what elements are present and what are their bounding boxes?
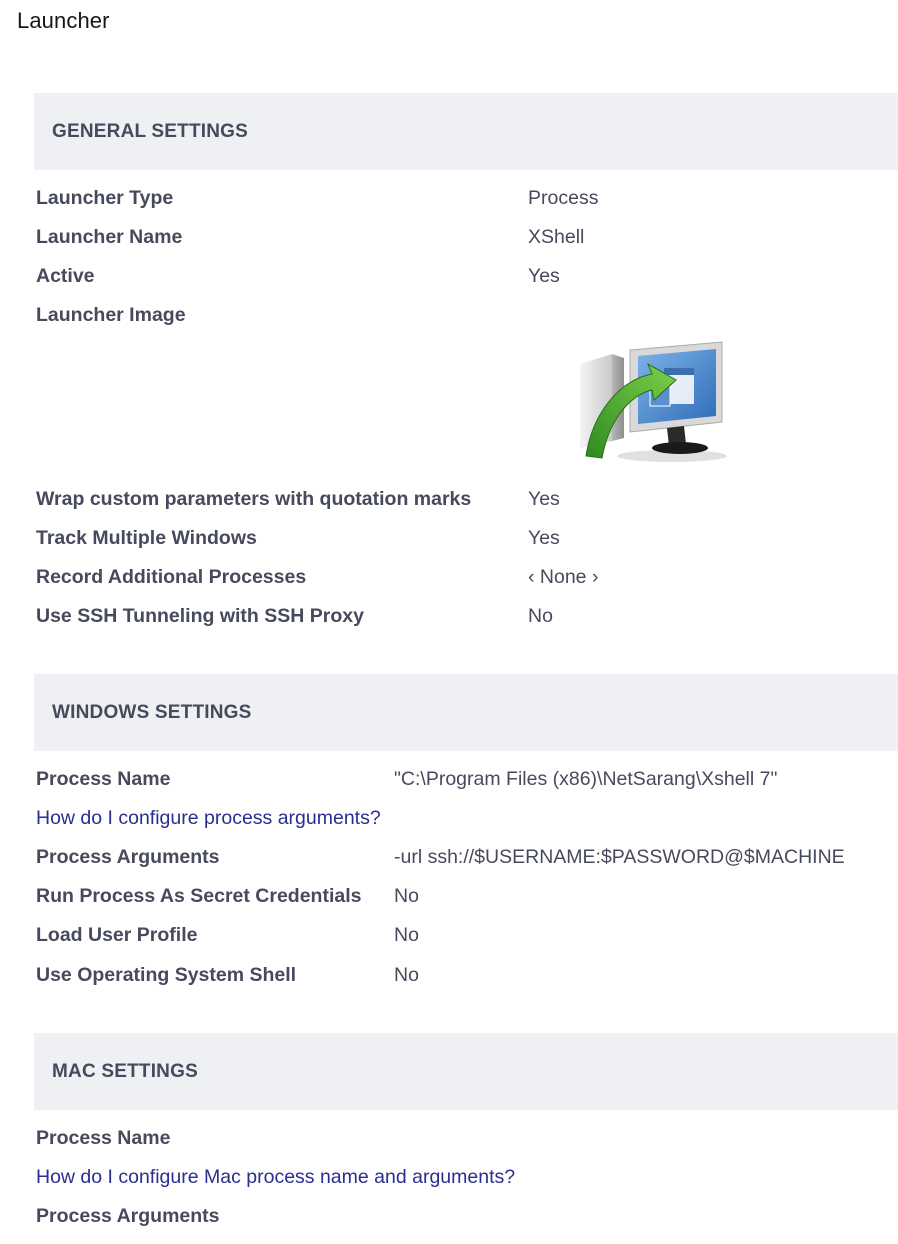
process-arguments-help-link[interactable]: How do I configure process arguments? — [36, 806, 381, 830]
ssh-tunneling-label: Use SSH Tunneling with SSH Proxy — [36, 605, 364, 627]
launcher-name-value: XShell — [528, 226, 585, 248]
windows-settings-header: WINDOWS SETTINGS — [34, 674, 898, 751]
windows-process-name-value: "C:\Program Files (x86)\NetSarang\Xshell… — [394, 768, 778, 790]
wrap-parameters-label: Wrap custom parameters with quotation ma… — [36, 488, 472, 510]
page-title: Launcher — [17, 8, 110, 33]
active-label: Active — [36, 265, 95, 287]
mac-process-name-label: Process Name — [36, 1127, 171, 1149]
launcher-image-label: Launcher Image — [36, 304, 186, 326]
launcher-monitor-arrow-icon — [572, 336, 732, 466]
launcher-type-label: Launcher Type — [36, 187, 174, 209]
record-additional-processes-label: Record Additional Processes — [36, 566, 307, 588]
windows-process-arguments-label: Process Arguments — [36, 846, 220, 868]
launcher-type-value: Process — [528, 187, 599, 209]
launcher-name-label: Launcher Name — [36, 226, 183, 248]
general-settings-header: GENERAL SETTINGS — [34, 93, 898, 170]
mac-process-arguments-label: Process Arguments — [36, 1205, 220, 1227]
windows-process-name-label: Process Name — [36, 768, 171, 790]
run-as-secret-credentials-value: No — [394, 885, 419, 907]
record-additional-processes-value: ‹ None › — [528, 566, 599, 588]
launcher-details-page: Launcher GENERAL SETTINGS Launcher Type … — [0, 0, 898, 1244]
mac-process-help-link[interactable]: How do I configure Mac process name and … — [36, 1165, 515, 1189]
track-multiple-windows-value: Yes — [528, 527, 560, 549]
load-user-profile-label: Load User Profile — [36, 924, 198, 946]
ssh-tunneling-value: No — [528, 605, 553, 627]
active-value: Yes — [528, 265, 560, 287]
use-os-shell-label: Use Operating System Shell — [36, 964, 297, 986]
wrap-parameters-value: Yes — [528, 488, 560, 510]
track-multiple-windows-label: Track Multiple Windows — [36, 527, 257, 549]
mac-settings-header: MAC SETTINGS — [34, 1033, 898, 1110]
load-user-profile-value: No — [394, 924, 419, 946]
use-os-shell-value: No — [394, 964, 419, 986]
run-as-secret-credentials-label: Run Process As Secret Credentials — [36, 885, 362, 907]
windows-process-arguments-value: -url ssh://$USERNAME:$PASSWORD@$MACHINE — [394, 846, 845, 868]
